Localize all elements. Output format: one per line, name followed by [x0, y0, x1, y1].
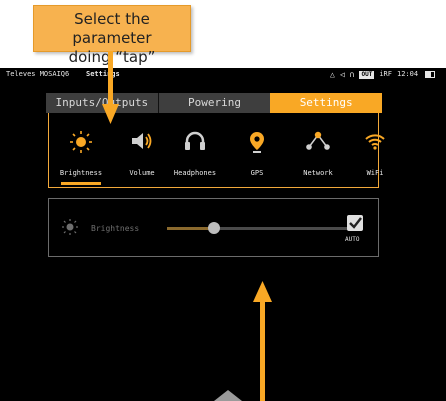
- brightness-slider-track[interactable]: [167, 227, 355, 230]
- settings-item-headphones[interactable]: Headphones: [165, 113, 225, 188]
- brightness-slider-thumb[interactable]: [208, 222, 220, 234]
- settings-item-brightness[interactable]: Brightness: [51, 113, 111, 188]
- selected-indicator: [61, 182, 101, 185]
- callout-line-2: doing “tap”: [68, 48, 156, 66]
- settings-item-label: Network: [303, 169, 333, 177]
- network-icon: [306, 131, 330, 150]
- settings-icon-panel: Brightness Volume Headphones GPS Network…: [48, 113, 385, 188]
- brightness-slider-fill: [167, 227, 214, 230]
- settings-item-label: Headphones: [173, 169, 217, 177]
- checkmark-icon: [349, 217, 362, 229]
- settings-item-volume[interactable]: Volume: [112, 113, 172, 188]
- settings-item-wifi[interactable]: WiFi: [345, 113, 405, 188]
- auto-checkbox[interactable]: [347, 215, 363, 231]
- headphones-status-icon: ∩: [349, 70, 355, 79]
- settings-item-network[interactable]: Network: [288, 113, 348, 188]
- settings-item-label: GPS: [250, 169, 264, 177]
- sun-small-icon: [62, 219, 78, 235]
- network-status-icon: △: [330, 70, 335, 79]
- tab-inputs-outputs[interactable]: Inputs/Outputs: [46, 93, 158, 113]
- scroll-up-hint-icon[interactable]: [214, 390, 242, 401]
- tab-powering[interactable]: Powering: [159, 93, 271, 113]
- tab-bar: Inputs/Outputs Powering Settings: [46, 93, 383, 113]
- clock: 12:04: [396, 70, 419, 78]
- tab-settings[interactable]: Settings: [270, 93, 383, 113]
- brightness-control-panel: Brightness AUTO: [48, 198, 379, 257]
- wifi-icon: [365, 134, 385, 150]
- brightness-label: Brightness: [91, 224, 140, 233]
- location-pin-icon: [250, 132, 264, 153]
- screen-title: Settings: [86, 70, 120, 78]
- status-bar: Televes MOSAIQ6 Settings △ ◁ ∩ OUT iRF 1…: [0, 68, 446, 81]
- callout-line-1: Select the parameter: [72, 10, 152, 47]
- sun-icon: [70, 131, 92, 153]
- device-screen: Televes MOSAIQ6 Settings △ ◁ ∩ OUT iRF 1…: [0, 68, 446, 401]
- settings-item-label: Volume: [129, 169, 155, 177]
- auto-label: AUTO: [345, 236, 360, 243]
- headphones-icon: [185, 131, 205, 150]
- speaker-icon: [132, 133, 152, 149]
- out-badge: OUT: [359, 70, 375, 79]
- muted-speaker-icon: ◁: [339, 70, 345, 79]
- device-name: Televes MOSAIQ6: [6, 70, 70, 78]
- status-icons: △ ◁ ∩ OUT iRF 12:04: [330, 68, 436, 81]
- settings-item-label: Brightness: [59, 169, 103, 177]
- instruction-callout: Select the parameter doing “tap”: [33, 5, 191, 66]
- irf-indicator: iRF: [379, 70, 392, 78]
- settings-item-gps[interactable]: GPS: [227, 113, 287, 188]
- settings-item-label: WiFi: [366, 169, 384, 177]
- battery-icon: [425, 71, 436, 78]
